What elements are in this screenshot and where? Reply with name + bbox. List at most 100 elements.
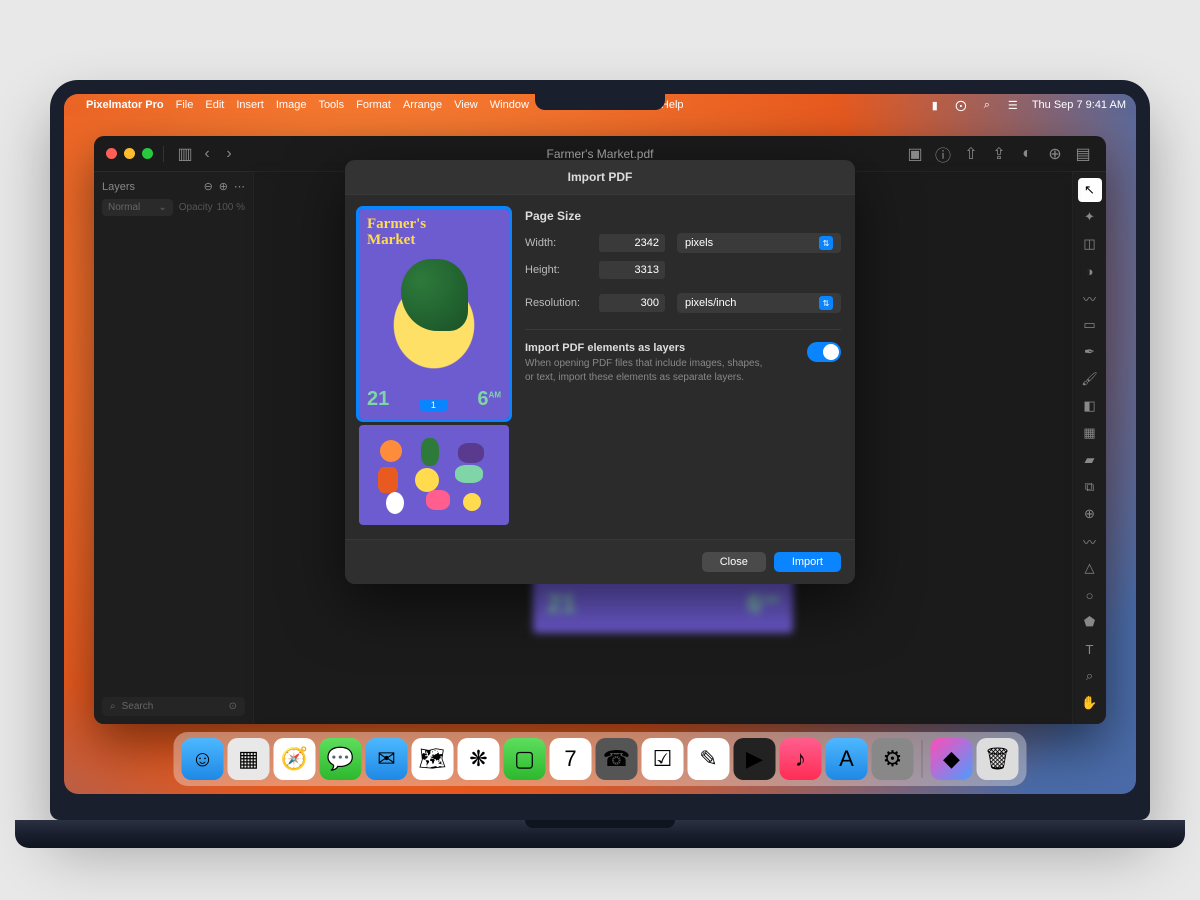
document-title: Farmer's Market.pdf: [547, 147, 654, 161]
dock-photos[interactable]: ❋: [458, 738, 500, 780]
tool-pen[interactable]: ✒: [1078, 340, 1102, 364]
menu-image[interactable]: Image: [276, 99, 307, 111]
tool-smudge[interactable]: 〰: [1078, 529, 1102, 553]
share-button[interactable]: ⇪: [988, 143, 1010, 165]
info-button[interactable]: ⓘ: [932, 143, 954, 165]
dock-messages[interactable]: 💬: [320, 738, 362, 780]
close-button[interactable]: Close: [702, 552, 766, 572]
dock: ☺▦🧭💬✉🗺❋▢7☎☑✎▶♪A⚙ ◆🗑: [174, 732, 1027, 786]
export-button[interactable]: ⇧: [960, 143, 982, 165]
import-layers-title: Import PDF elements as layers: [525, 342, 765, 354]
dock-contacts[interactable]: ☎: [596, 738, 638, 780]
layers-visibility-icon[interactable]: ⊖: [204, 180, 213, 193]
layers-title: Layers: [102, 181, 135, 193]
import-layers-toggle[interactable]: [807, 342, 841, 362]
chevron-updown-icon: ⇅: [819, 296, 833, 310]
menu-window[interactable]: Window: [490, 99, 529, 111]
resolution-input[interactable]: [599, 294, 665, 312]
tool-sharpen[interactable]: △: [1078, 556, 1102, 580]
search-icon: ⌕: [110, 701, 116, 712]
dialog-title: Import PDF: [345, 160, 855, 195]
tool-crop[interactable]: ◫: [1078, 232, 1102, 256]
dock-tv[interactable]: ▶: [734, 738, 776, 780]
menu-file[interactable]: File: [176, 99, 194, 111]
dock-settings[interactable]: ⚙: [872, 738, 914, 780]
resolution-label: Resolution:: [525, 297, 591, 309]
search-icon[interactable]: ⌕: [980, 99, 994, 111]
sidebar-toggle-button[interactable]: ▥: [174, 143, 196, 165]
nav-back-button[interactable]: ‹: [196, 143, 218, 165]
tool-adjust[interactable]: ◑: [1078, 259, 1102, 283]
size-unit-select[interactable]: pixels ⇅: [677, 233, 841, 253]
control-center-icon[interactable]: ☰: [1006, 99, 1020, 111]
menu-format[interactable]: Format: [356, 99, 391, 111]
tool-magic[interactable]: ✦: [1078, 205, 1102, 229]
tool-clone[interactable]: ⧉: [1078, 475, 1102, 499]
menu-view[interactable]: View: [454, 99, 478, 111]
dock-appstore[interactable]: A: [826, 738, 868, 780]
dock-launchpad[interactable]: ▦: [228, 738, 270, 780]
import-pdf-dialog: Import PDF Farmer'sMarket 21 1 6AM: [345, 160, 855, 584]
add-button[interactable]: ⊕: [1044, 143, 1066, 165]
tool-arrow[interactable]: ↖: [1078, 178, 1102, 202]
tools-sidebar: ↖ ✦ ◫ ◑ 〰 ▭ ✒ 🖌 ◧ ▦ ▰ ⧉ ⊕ 〰 △ ○ ⬟ T ⌕ ✋: [1072, 172, 1106, 724]
width-input[interactable]: [599, 234, 665, 252]
tool-brush[interactable]: 🖌: [1078, 367, 1102, 391]
battery-icon[interactable]: ▮: [928, 99, 942, 111]
dock-finder[interactable]: ☺: [182, 738, 224, 780]
dock-music[interactable]: ♪: [780, 738, 822, 780]
layers-add-icon[interactable]: ⊕: [219, 180, 228, 193]
tool-blur[interactable]: ○: [1078, 583, 1102, 607]
color-button[interactable]: ◐: [1016, 143, 1038, 165]
opacity-label: Opacity: [179, 202, 213, 213]
menu-tools[interactable]: Tools: [318, 99, 344, 111]
close-window-button[interactable]: [106, 148, 117, 159]
height-input[interactable]: [599, 261, 665, 279]
tool-gradient[interactable]: ▦: [1078, 421, 1102, 445]
zoom-window-button[interactable]: [142, 148, 153, 159]
dock-trash[interactable]: 🗑: [977, 738, 1019, 780]
tool-draw[interactable]: 〰: [1078, 286, 1102, 310]
nav-forward-button[interactable]: ›: [218, 143, 240, 165]
tool-fill[interactable]: ▰: [1078, 448, 1102, 472]
tool-rect[interactable]: ▭: [1078, 313, 1102, 337]
notch: [535, 94, 665, 110]
laptop-frame: Pixelmator Pro File Edit Insert Image To…: [50, 80, 1150, 820]
dock-calendar[interactable]: 7: [550, 738, 592, 780]
dock-mail[interactable]: ✉: [366, 738, 408, 780]
menu-arrange[interactable]: Arrange: [403, 99, 442, 111]
dock-safari[interactable]: 🧭: [274, 738, 316, 780]
page-thumbnail-1[interactable]: Farmer'sMarket 21 1 6AM: [359, 209, 509, 419]
tool-zoom[interactable]: ⌕: [1078, 664, 1102, 688]
menu-edit[interactable]: Edit: [205, 99, 224, 111]
tool-text[interactable]: T: [1078, 637, 1102, 661]
page-thumbnail-2[interactable]: [359, 425, 509, 525]
opacity-value: 100 %: [217, 202, 245, 213]
tool-repair[interactable]: ⊕: [1078, 502, 1102, 526]
zoom-tool-button[interactable]: ▣: [904, 143, 926, 165]
tool-erase[interactable]: ◧: [1078, 394, 1102, 418]
blend-mode-select[interactable]: Normal ⌄: [102, 199, 173, 216]
dock-reminders[interactable]: ☑: [642, 738, 684, 780]
resolution-unit-select[interactable]: pixels/inch ⇅: [677, 293, 841, 313]
layers-more-icon[interactable]: ⋯: [234, 180, 245, 193]
chevron-down-icon: ⌄: [158, 202, 166, 213]
page-preview-list: Farmer'sMarket 21 1 6AM: [359, 209, 509, 525]
layers-search[interactable]: ⌕ Search ⊙: [102, 697, 245, 716]
dock-pixelmator[interactable]: ◆: [931, 738, 973, 780]
dock-notes[interactable]: ✎: [688, 738, 730, 780]
dock-facetime[interactable]: ▢: [504, 738, 546, 780]
app-menu[interactable]: Pixelmator Pro: [86, 99, 164, 111]
tool-hand[interactable]: ✋: [1078, 691, 1102, 715]
dock-maps[interactable]: 🗺: [412, 738, 454, 780]
screen: Pixelmator Pro File Edit Insert Image To…: [64, 94, 1136, 794]
menubar-datetime[interactable]: Thu Sep 7 9:41 AM: [1032, 99, 1126, 111]
minimize-window-button[interactable]: [124, 148, 135, 159]
import-button[interactable]: Import: [774, 552, 841, 572]
menu-insert[interactable]: Insert: [236, 99, 264, 111]
panel-toggle-button[interactable]: ▤: [1072, 143, 1094, 165]
wifi-icon[interactable]: ⨀: [954, 99, 968, 111]
page-size-heading: Page Size: [525, 209, 841, 223]
laptop-base: [15, 820, 1185, 848]
tool-shape[interactable]: ⬟: [1078, 610, 1102, 634]
